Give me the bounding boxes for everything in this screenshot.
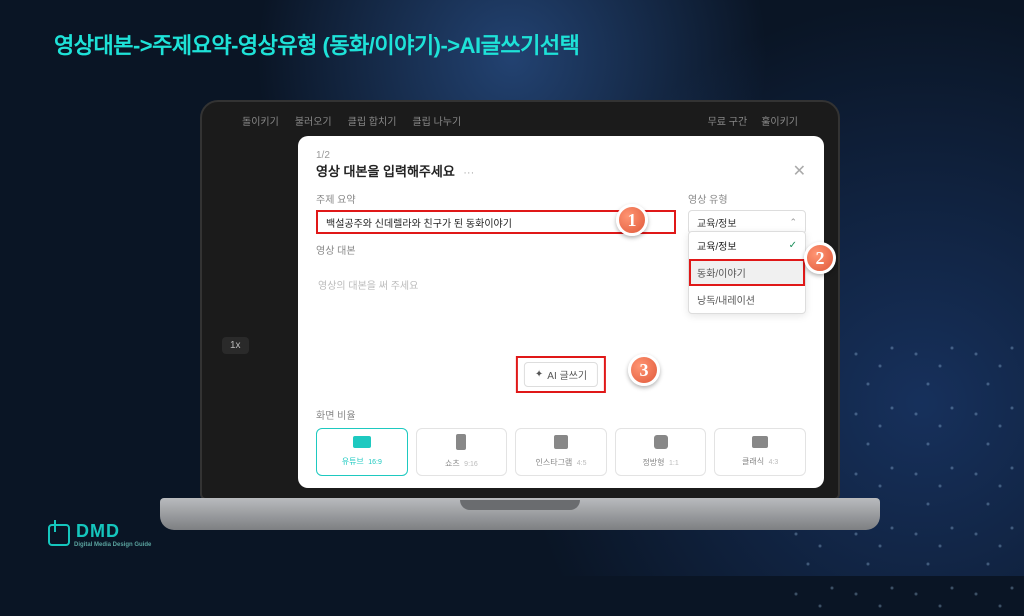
laptop-frame: 돌이키기 불러오기 클립 합치기 클립 나누기 무료 구간 훌이키기 1x 1/…: [180, 100, 860, 530]
ratio-shorts[interactable]: 쇼츠 9:16: [416, 428, 508, 476]
callout-badge-3: 3: [628, 354, 660, 386]
dropdown-option-edu[interactable]: 교육/정보 ✓: [689, 232, 805, 259]
app-toolbar: 돌이키기 불러오기 클립 합치기 클립 나누기 무료 구간 훌이키기: [202, 108, 838, 132]
ratio-name: 클래식: [742, 457, 764, 466]
ratio-icon: [654, 435, 668, 449]
ratio-sub: 16:9: [368, 459, 382, 466]
callout-badge-1: 1: [616, 204, 648, 236]
ai-write-button[interactable]: ✦ AI 글쓰기: [524, 362, 598, 387]
toolbar-item[interactable]: 클립 나누기: [412, 113, 461, 128]
ai-write-label: AI 글쓰기: [547, 367, 587, 382]
breadcrumb-title: 영상대본->주제요약-영상유형 (동화/이야기)->AI글쓰기선택: [54, 28, 579, 60]
brand-name: DMD: [76, 521, 151, 542]
ratio-name: 쇼츠: [445, 459, 460, 468]
chevron-up-icon: ⌃: [789, 217, 797, 228]
dropdown-option-story[interactable]: 동화/이야기: [689, 259, 805, 286]
ratio-instagram[interactable]: 인스타그램 4:5: [515, 428, 607, 476]
ai-write-highlight: ✦ AI 글쓰기: [516, 356, 606, 393]
logo-mark-icon: [48, 524, 70, 546]
toolbar-item[interactable]: 클립 합치기: [348, 113, 397, 128]
ratio-sub: 1:1: [669, 460, 679, 467]
modal-title: 영상 대본을 입력해주세요: [316, 164, 455, 179]
callout-badge-2: 2: [804, 242, 836, 274]
ratio-square[interactable]: 정방형 1:1: [615, 428, 707, 476]
ratio-name: 정방형: [642, 458, 664, 467]
toolbar-item[interactable]: 훌이키기: [761, 113, 798, 128]
brand-sub: Digital Media Design Guide: [74, 542, 151, 548]
subject-label: 주제 요약: [316, 191, 676, 206]
dropdown-option-label: 동화/이야기: [697, 265, 746, 280]
dropdown-option-narration[interactable]: 낭독/내레이션: [689, 286, 805, 313]
step-indicator: 1/2: [316, 150, 806, 161]
ratio-label: 화면 비율: [316, 407, 806, 422]
type-select-value: 교육/정보: [697, 215, 737, 230]
ratio-icon: [752, 436, 768, 448]
ratio-name: 유튜브: [342, 457, 364, 466]
toolbar-item[interactable]: 돌이키기: [242, 113, 279, 128]
laptop-notch: [460, 500, 580, 510]
toolbar-item[interactable]: 무료 구간: [708, 113, 748, 128]
ratio-sub: 9:16: [464, 461, 478, 468]
dropdown-option-label: 교육/정보: [697, 238, 737, 253]
ratio-icon: [456, 434, 466, 450]
close-icon[interactable]: ✕: [793, 161, 806, 181]
brand-logo: DMD Digital Media Design Guide: [48, 521, 151, 548]
sparkle-icon: ✦: [535, 369, 543, 380]
type-dropdown: 교육/정보 ✓ 동화/이야기 낭독/내레이션: [688, 231, 806, 314]
ratio-name: 인스타그램: [535, 458, 572, 467]
ratio-sub: 4:5: [577, 460, 587, 467]
ratio-icon: [353, 436, 371, 448]
laptop-screen: 돌이키기 불러오기 클립 합치기 클립 나누기 무료 구간 훌이키기 1x 1/…: [200, 100, 840, 500]
script-modal: 1/2 영상 대본을 입력해주세요 ··· ✕ 주제 요약 영상 유형 교육/정…: [298, 136, 824, 488]
ratio-icon: [554, 435, 568, 449]
ratio-classic[interactable]: 클래식 4:3: [714, 428, 806, 476]
ratio-youtube[interactable]: 유튜브 16:9: [316, 428, 408, 476]
ratio-options: 유튜브 16:9 쇼츠 9:16 인스타그램 4:5 정방형 1:1: [316, 428, 806, 476]
toolbar-item[interactable]: 불러오기: [295, 113, 332, 128]
dropdown-option-label: 낭독/내레이션: [697, 292, 755, 307]
playback-speed[interactable]: 1x: [222, 337, 249, 354]
more-icon[interactable]: ···: [463, 167, 474, 179]
ratio-sub: 4:3: [769, 459, 779, 466]
type-label: 영상 유형: [688, 191, 806, 206]
check-icon: ✓: [789, 240, 797, 251]
